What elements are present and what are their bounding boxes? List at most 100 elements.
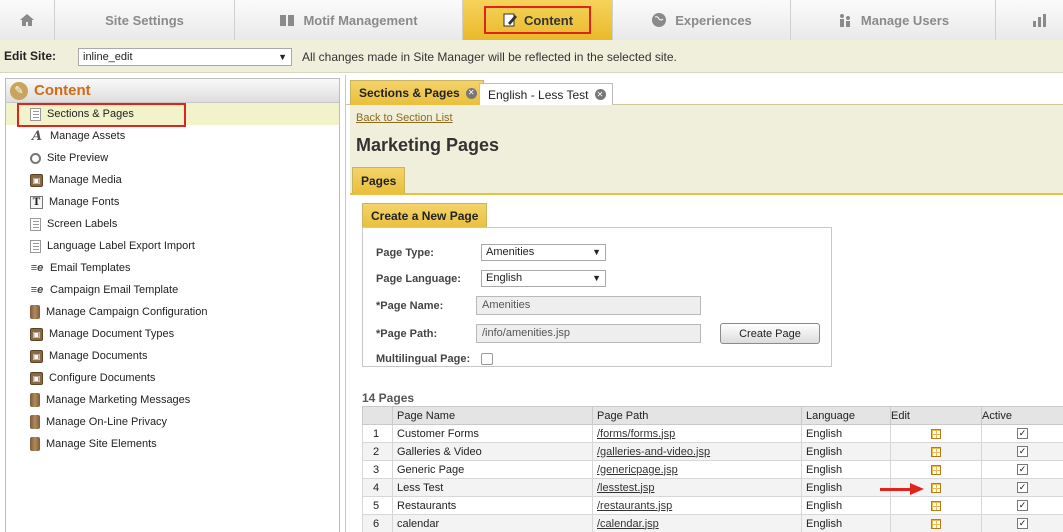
tab-motif-management[interactable]: Motif Management — [235, 0, 463, 40]
site-select[interactable]: inline_edit ▼ — [78, 48, 292, 66]
main-panel: Sections & Pages ✕ English - Less Test ✕… — [345, 75, 1063, 532]
tab-pages[interactable]: Pages — [352, 167, 406, 193]
sidebar-item-manage-documents[interactable]: ▣ Manage Documents — [6, 345, 339, 367]
edit-cell — [890, 460, 982, 479]
column-header-language[interactable]: Language — [801, 406, 891, 425]
edit-icon: ✎ — [10, 81, 28, 100]
tab-manage-users[interactable]: Manage Users — [791, 0, 996, 40]
table-row: 4 Less Test /lesstest.jsp English ✓ — [362, 478, 1063, 497]
sidebar-item-screen-labels[interactable]: Screen Labels — [6, 213, 339, 235]
page-count: 14 Pages — [362, 391, 415, 405]
font-icon: A — [31, 128, 43, 144]
active-cell: ✓ — [981, 424, 1063, 443]
sidebar-item-email-templates[interactable]: ≡e Email Templates — [6, 257, 339, 279]
edit-icon[interactable] — [931, 428, 941, 439]
page-name-cell: Less Test — [392, 478, 593, 497]
sidebar-item-label: Manage Assets — [50, 130, 126, 142]
page-path-link[interactable]: /lesstest.jsp — [597, 482, 654, 494]
active-checkbox[interactable]: ✓ — [1017, 518, 1028, 530]
page-language-select[interactable]: English ▼ — [481, 270, 606, 287]
tab-content[interactable]: Content — [463, 0, 613, 40]
sidebar-item-manage-online-privacy[interactable]: Manage On-Line Privacy — [6, 411, 339, 433]
page-type-value: Amenities — [486, 246, 535, 258]
sidebar-item-manage-site-elements[interactable]: Manage Site Elements — [6, 433, 339, 455]
active-checkbox[interactable]: ✓ — [1017, 464, 1028, 476]
sidebar-item-label: Manage Campaign Configuration — [46, 306, 208, 318]
sidebar-item-label: Manage Fonts — [49, 196, 120, 208]
edit-cell — [890, 424, 982, 443]
tab-reports[interactable] — [996, 0, 1063, 40]
active-checkbox[interactable]: ✓ — [1017, 482, 1028, 494]
edit-icon[interactable] — [931, 446, 941, 457]
table-row: 2 Galleries & Video /galleries-and-video… — [362, 442, 1063, 461]
sidebar-item-site-preview[interactable]: Site Preview — [6, 147, 339, 169]
sidebar-item-manage-campaign-configuration[interactable]: Manage Campaign Configuration — [6, 301, 339, 323]
sidebar-item-label: Campaign Email Template — [50, 284, 179, 296]
active-checkbox[interactable]: ✓ — [1017, 500, 1028, 512]
table-header-row: Page Name Page Path Language Edit Active — [362, 406, 1063, 425]
page-path-link[interactable]: /genericpage.jsp — [597, 464, 678, 476]
page-path-link[interactable]: /galleries-and-video.jsp — [597, 446, 710, 458]
table-row: 3 Generic Page /genericpage.jsp English … — [362, 460, 1063, 479]
home-tab[interactable] — [0, 0, 55, 40]
page-name-input[interactable]: Amenities — [476, 296, 701, 315]
sidebar-item-manage-marketing-messages[interactable]: Manage Marketing Messages — [6, 389, 339, 411]
sidebar-item-configure-documents[interactable]: ▣ Configure Documents — [6, 367, 339, 389]
close-icon[interactable]: ✕ — [594, 89, 606, 100]
sidebar-item-manage-media[interactable]: ▣ Manage Media — [6, 169, 339, 191]
document-icon — [30, 217, 41, 231]
table-row: 1 Customer Forms /forms/forms.jsp Englis… — [362, 424, 1063, 443]
sidebar-item-language-label-export-import[interactable]: Language Label Export Import — [6, 235, 339, 257]
close-icon[interactable]: ✕ — [465, 87, 477, 99]
page-path-input[interactable]: /info/amenities.jsp — [476, 324, 701, 343]
multilingual-checkbox[interactable] — [481, 353, 493, 365]
sidebar-item-label: Site Preview — [47, 152, 109, 164]
database-icon — [30, 305, 40, 319]
pages-table: Page Name Page Path Language Edit Active… — [362, 406, 1063, 532]
page-name-cell: calendar — [392, 514, 593, 532]
tab-sections-pages[interactable]: Sections & Pages ✕ — [350, 80, 484, 105]
column-header-number — [362, 406, 393, 425]
language-cell: English — [801, 460, 891, 479]
media-icon: ▣ — [30, 371, 43, 385]
page-name-cell: Galleries & Video — [392, 442, 593, 461]
selection-highlight — [17, 103, 186, 127]
edit-icon[interactable] — [931, 464, 941, 475]
tab-english-less-test[interactable]: English - Less Test ✕ — [479, 83, 613, 105]
tab-experiences[interactable]: Experiences — [613, 0, 791, 40]
tab-label: Experiences — [675, 12, 752, 28]
create-page-tab[interactable]: Create a New Page — [362, 203, 488, 228]
sidebar-item-manage-assets[interactable]: A Manage Assets — [6, 125, 339, 147]
edit-icon[interactable] — [931, 500, 941, 511]
back-to-section-list-link[interactable]: Back to Section List — [356, 112, 453, 124]
sidebar-item-manage-document-types[interactable]: ▣ Manage Document Types — [6, 323, 339, 345]
database-icon — [30, 437, 40, 451]
row-number: 3 — [362, 460, 393, 479]
create-page-button[interactable]: Create Page — [720, 323, 820, 344]
sidebar-item-label: Screen Labels — [47, 218, 118, 230]
active-cell: ✓ — [981, 496, 1063, 515]
sidebar-item-manage-fonts[interactable]: T Manage Fonts — [6, 191, 339, 213]
column-header-page-path[interactable]: Page Path — [592, 406, 802, 425]
page-path-link[interactable]: /calendar.jsp — [597, 518, 659, 530]
page-path-link[interactable]: /restaurants.jsp — [597, 500, 672, 512]
active-checkbox[interactable]: ✓ — [1017, 446, 1028, 458]
active-checkbox[interactable]: ✓ — [1017, 428, 1028, 440]
column-header-page-name[interactable]: Page Name — [392, 406, 593, 425]
sidebar-item-campaign-email-template[interactable]: ≡e Campaign Email Template — [6, 279, 339, 301]
tab-site-settings[interactable]: Site Settings — [55, 0, 235, 40]
language-cell: English — [801, 478, 891, 497]
edit-cell — [890, 442, 982, 461]
edit-icon[interactable] — [931, 518, 941, 529]
page-type-select[interactable]: Amenities ▼ — [481, 244, 606, 261]
page-name-label: *Page Name: — [376, 300, 444, 312]
page-path-link[interactable]: /forms/forms.jsp — [597, 428, 675, 440]
active-cell: ✓ — [981, 514, 1063, 532]
page-type-label: Page Type: — [376, 247, 434, 259]
sidebar-item-sections-pages[interactable]: Sections & Pages — [6, 103, 339, 127]
site-select-value: inline_edit — [83, 51, 133, 63]
globe-icon — [651, 12, 667, 28]
sidebar-title: Content — [34, 82, 91, 99]
edit-icon[interactable] — [931, 482, 941, 493]
page-path-cell: /lesstest.jsp — [592, 478, 802, 497]
